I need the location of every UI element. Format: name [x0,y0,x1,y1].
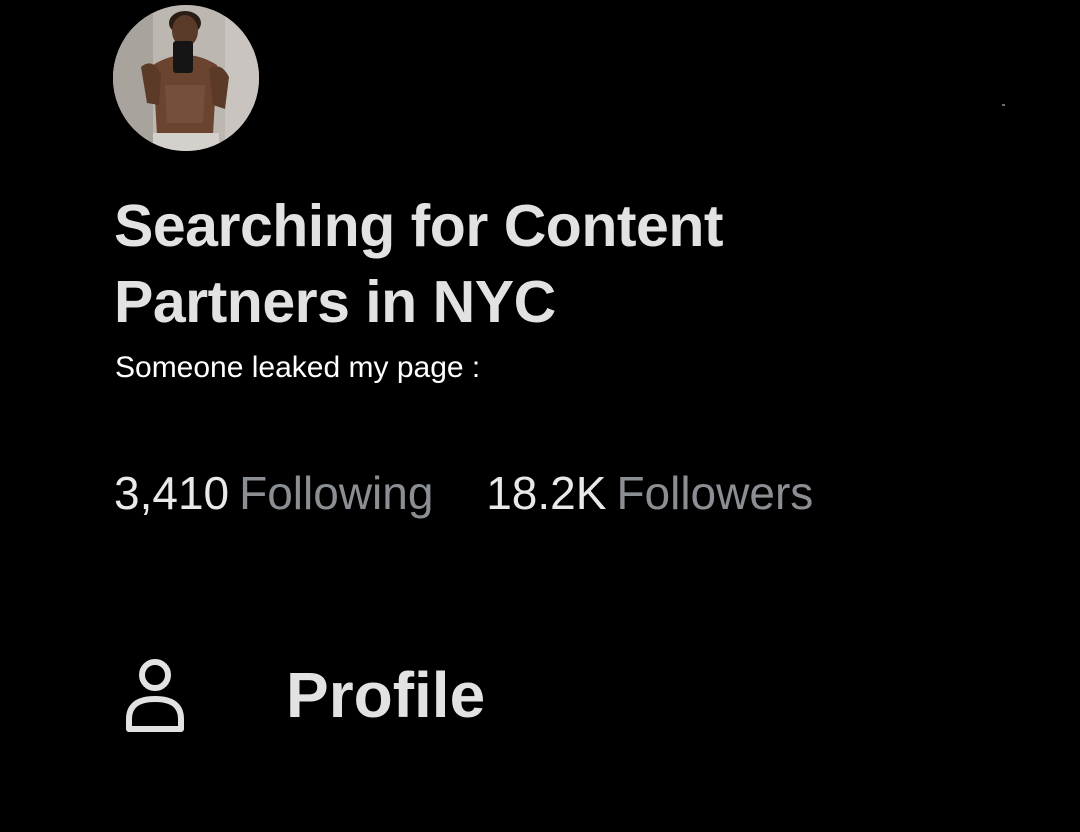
nav-profile-label: Profile [286,659,486,731]
follow-stats: 3,410 Following 18.2K Followers [114,465,813,521]
profile-bio: Someone leaked my page : [115,351,481,384]
followers-label: Followers [616,467,814,519]
avatar[interactable] [113,5,259,151]
nav-item-profile[interactable]: Profile [124,650,485,740]
avatar-photo [113,5,259,151]
screen-speck [1002,104,1005,106]
followers-link[interactable]: 18.2K Followers [486,465,813,521]
following-label: Following [239,467,434,519]
person-icon [126,659,184,732]
following-count: 3,410 [114,467,230,519]
followers-count: 18.2K [486,467,607,519]
display-name: Searching for Content Partners in NYC [114,193,724,335]
following-link[interactable]: 3,410 Following [114,465,433,521]
